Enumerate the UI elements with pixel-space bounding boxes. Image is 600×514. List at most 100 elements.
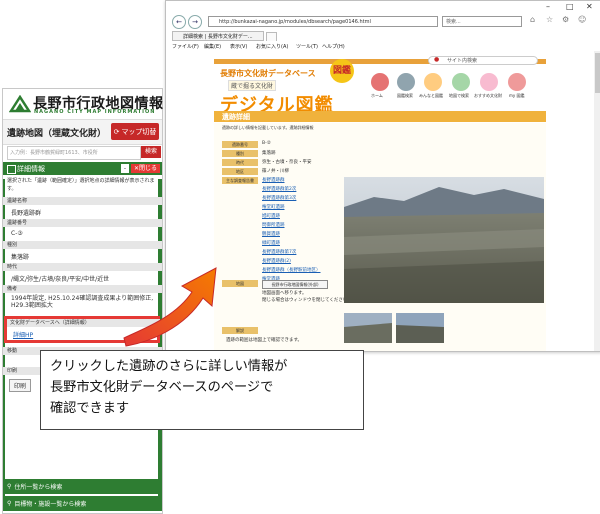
print-button[interactable]: 印刷: [9, 379, 32, 392]
nav-label-home: ホーム: [371, 93, 383, 98]
menu-view[interactable]: 表示(V): [230, 43, 247, 50]
open-map-button[interactable]: 長野市行政地図情報(外部): [262, 280, 328, 289]
browser-window: – □ ✕ ← → http://bunkazai-nagano.jp/modu…: [165, 0, 600, 352]
section-title: 遺跡詳細: [222, 113, 250, 121]
forward-icon[interactable]: →: [188, 15, 202, 29]
site-search-icon: ●: [434, 56, 440, 63]
callout-text: クリックした遺跡のさらに詳しい情報が 長野市文化財データベースのページで 確認で…: [50, 356, 360, 419]
menu-bar: ファイル(F) 編集(E) 表示(V) お気に入り(A) ツール(T) ヘルプ(…: [166, 41, 600, 51]
menu-edit[interactable]: 編集(E): [204, 43, 221, 50]
detail-panel-title: 詳細情報: [17, 165, 45, 173]
nav-label-everyone: みんなと図鑑: [419, 93, 443, 98]
field-value-type: 集落跡: [11, 254, 30, 261]
nav-label-recommended: おすすめ文化財: [474, 93, 502, 98]
row-value-number: B-②: [262, 141, 271, 146]
home-icon[interactable]: ⌂: [530, 15, 535, 24]
smiley-icon[interactable]: ☺: [578, 15, 586, 24]
callout-line-1: クリックした遺跡のさらに詳しい情報が: [50, 359, 288, 374]
report-link[interactable]: 権堂町遺跡: [262, 204, 285, 210]
report-link[interactable]: 旭町遺跡: [262, 213, 280, 219]
page-description: 遺跡の詳しい情報を記載しています。遺跡詳細情報: [222, 125, 314, 130]
field-label-name: 遺跡名称: [3, 197, 162, 205]
layer-bar: 遺跡地図（埋蔵文化財） ⟳ マップ切替: [3, 119, 162, 145]
people-icon[interactable]: [424, 73, 442, 91]
row-label-period: 時代: [222, 159, 258, 166]
search-icon: ⚲: [7, 500, 12, 507]
close-window-icon[interactable]: ✕: [586, 2, 593, 11]
report-link[interactable]: 長野遺跡群: [262, 177, 285, 183]
footer-text: 遺跡の範囲は地図上で確認できます。: [226, 338, 303, 343]
app-subtitle: NAGANO CITY MAP INFORMATION: [34, 109, 156, 115]
map-note-2: 閉じる場合はウィンドウを閉じてください: [262, 298, 348, 303]
report-link[interactable]: 緑町遺跡: [262, 240, 280, 246]
report-link[interactable]: 長野遺跡群第2次: [262, 186, 296, 192]
document-icon: [7, 165, 16, 174]
nav-label-search: 図鑑検索: [397, 93, 413, 98]
menu-help[interactable]: ヘルプ(H): [322, 43, 345, 50]
browser-titlebar: [166, 1, 600, 13]
close-button-label: 閉じる: [139, 165, 158, 172]
page-scrollbar-thumb[interactable]: [595, 53, 600, 93]
menu-favorites[interactable]: お気に入り(A): [256, 43, 288, 50]
row-value-period: 弥生・古墳・奈良・平安: [262, 160, 312, 165]
favorites-star-icon[interactable]: ☆: [546, 15, 553, 24]
database-detail-link[interactable]: 詳細HP: [13, 330, 33, 339]
address-list-search-button[interactable]: ⚲ 住所一覧から検索: [3, 479, 162, 494]
row-label-type: 種別: [222, 150, 258, 157]
map-switch-button[interactable]: ⟳ マップ切替: [111, 123, 159, 140]
row-label-reports: 主な調査報告書: [222, 177, 258, 184]
browser-tab[interactable]: 詳細検索 | 長野市文化財デー...: [172, 31, 264, 41]
field-value-period: /縄文/弥生/古墳/奈良/平安/中世/近世: [11, 276, 110, 283]
city-logo-icon: [9, 95, 31, 113]
minimize-button[interactable]: -: [121, 164, 129, 173]
search-icon: ⚲: [7, 483, 12, 490]
database-subtitle: 蔵で掘る文化財: [228, 80, 277, 91]
refresh-icon: ⟳: [113, 127, 120, 136]
facility-list-search-button[interactable]: ⚲ 目標物・施設一覧から検索: [3, 496, 162, 511]
map-search-icon[interactable]: [452, 73, 470, 91]
report-link[interactable]: 長野遺跡群第7次: [262, 249, 296, 255]
site-search-input[interactable]: サイト内検索: [428, 56, 538, 65]
report-link[interactable]: 問御所遺跡: [262, 222, 285, 228]
database-title: 長野市文化財データベース: [220, 69, 316, 78]
browser-search-input[interactable]: 検索...: [442, 16, 522, 27]
address-search-input[interactable]: 入力例：長野市鶴賀緑町1613、市役所: [7, 146, 141, 160]
report-link[interactable]: 長野遺跡群第3次: [262, 195, 296, 201]
pointer-arrow: [123, 267, 217, 347]
minimize-window-icon[interactable]: –: [546, 2, 550, 11]
field-label-number: 遺跡番号: [3, 219, 162, 227]
detail-note: 選択された「遺跡（範囲確定）」選択地点の詳細情報が表示されます。: [7, 178, 155, 192]
report-link[interactable]: 鶴賀遺跡: [262, 231, 280, 237]
settings-gear-icon[interactable]: ⚙: [562, 15, 569, 24]
recommended-icon[interactable]: [480, 73, 498, 91]
book-search-icon[interactable]: [397, 73, 415, 91]
thumbnail-photo-1[interactable]: [344, 313, 392, 343]
maximize-window-icon[interactable]: □: [566, 2, 574, 11]
menu-file[interactable]: ファイル(F): [172, 43, 199, 50]
my-zukan-icon[interactable]: [508, 73, 526, 91]
callout-line-2: 長野市文化財データベースのページで: [50, 380, 274, 395]
nav-label-my: my 図鑑: [509, 93, 525, 98]
zukan-badge: 図鑑: [330, 59, 354, 83]
layer-name: 遺跡地図（埋蔵文化財）: [7, 129, 107, 139]
section-bar: [214, 111, 546, 122]
detail-panel-header: 詳細情報 - ✕閉じる: [3, 162, 162, 175]
report-link[interactable]: 長野遺跡群(2): [262, 258, 291, 264]
site-landscape-photo: [344, 177, 544, 303]
back-icon[interactable]: ←: [172, 15, 186, 29]
thumbnail-photo-2[interactable]: [396, 313, 444, 343]
map-switch-label: マップ切替: [121, 127, 157, 136]
facility-list-label: 目標物・施設一覧から検索: [14, 501, 87, 508]
url-field[interactable]: http://bunkazai-nagano.jp/modules/dbsear…: [208, 16, 438, 27]
callout-line-3: 確認できます: [50, 401, 130, 416]
home-nav-icon[interactable]: [371, 73, 389, 91]
search-button[interactable]: 検索: [141, 146, 161, 158]
report-link[interactable]: 長野遺跡群（長野駅前地区）: [262, 267, 321, 273]
close-button[interactable]: ✕閉じる: [131, 164, 160, 173]
row-label-number: 遺跡番号: [222, 141, 258, 148]
field-value-name: 長野遺跡群: [11, 210, 42, 217]
page-scrollbar[interactable]: [594, 51, 600, 351]
panel-left-border: [3, 179, 5, 509]
row-value-area: 篠ノ井・川柳: [262, 169, 289, 174]
menu-tools[interactable]: ツール(T): [296, 43, 318, 50]
